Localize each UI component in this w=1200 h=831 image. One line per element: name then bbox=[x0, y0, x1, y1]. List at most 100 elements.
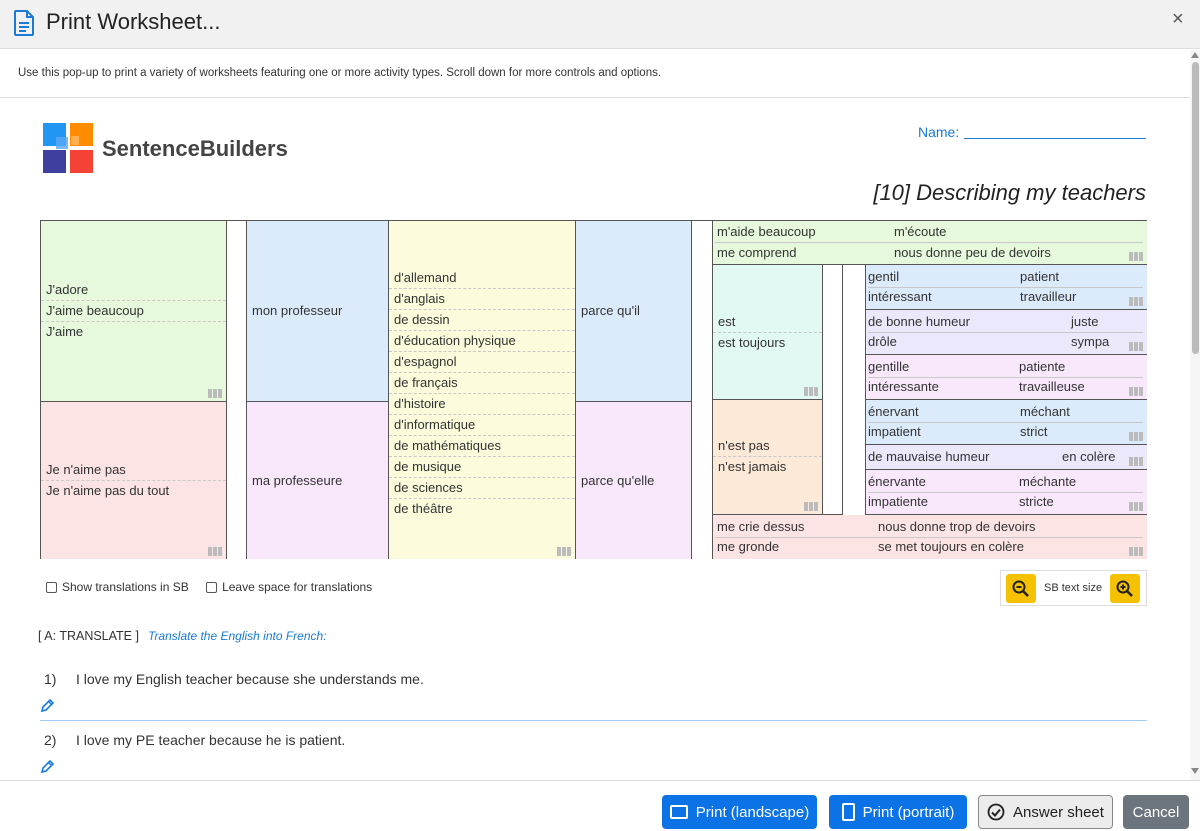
drag-grip-icon[interactable] bbox=[804, 502, 819, 511]
col2-fem-cell[interactable]: ma professeure bbox=[247, 401, 389, 559]
modal-title: Print Worksheet... bbox=[46, 9, 221, 34]
subject: d'espagnol bbox=[389, 352, 575, 373]
adjective: intéressant bbox=[868, 289, 932, 304]
phrase: parce qu'il bbox=[581, 303, 640, 318]
phrase: J'adore bbox=[41, 280, 226, 301]
adj-masc-neg-cell[interactable]: énervant méchant impatient strict bbox=[866, 400, 1147, 445]
subject: d'informatique bbox=[389, 415, 575, 436]
print-landscape-button[interactable]: Print (landscape) bbox=[662, 795, 817, 829]
scroll-up-arrow-icon[interactable] bbox=[1191, 52, 1199, 58]
modal-header: Print Worksheet... × bbox=[0, 0, 1200, 49]
question-text: I love my PE teacher because he is patie… bbox=[76, 732, 346, 748]
adjective: en colère bbox=[1062, 449, 1116, 464]
section-heading: [ A: TRANSLATE ] bbox=[38, 629, 139, 643]
subject: de musique bbox=[389, 457, 575, 478]
spacer-column bbox=[227, 221, 247, 559]
col1-negative-cell[interactable]: Je n'aime pas Je n'aime pas du tout bbox=[41, 401, 227, 559]
drag-grip-icon[interactable] bbox=[1129, 502, 1144, 511]
phrase: se met toujours en colère bbox=[878, 539, 1024, 554]
info-bar: Use this pop-up to print a variety of wo… bbox=[0, 49, 1200, 98]
drag-grip-icon[interactable] bbox=[208, 547, 223, 556]
adjective: impatient bbox=[868, 424, 921, 439]
drag-grip-icon[interactable] bbox=[1129, 387, 1144, 396]
adjective: intéressante bbox=[868, 379, 939, 394]
drag-grip-icon[interactable] bbox=[557, 547, 572, 556]
adjective: travailleur bbox=[1020, 289, 1077, 304]
col3-subjects-cell[interactable]: d'allemand d'anglais de dessin d'éducati… bbox=[389, 221, 576, 559]
sheet-title: [10] Describing my teachers bbox=[873, 180, 1146, 205]
col1-positive-cell[interactable]: J'adore J'aime beaucoup J'aime bbox=[41, 221, 227, 401]
name-line bbox=[964, 138, 1146, 139]
drag-grip-icon[interactable] bbox=[1129, 432, 1144, 441]
info-text: Use this pop-up to print a variety of wo… bbox=[18, 67, 662, 79]
drag-grip-icon[interactable] bbox=[1129, 547, 1144, 556]
adjective: de mauvaise humeur bbox=[868, 449, 990, 464]
leave-space-checkbox[interactable]: Leave space for translations bbox=[206, 580, 372, 594]
name-label: Name: bbox=[918, 124, 960, 140]
phrase: J'aime bbox=[46, 324, 84, 339]
phrase: me gronde bbox=[717, 539, 780, 554]
adjective: impatiente bbox=[868, 494, 928, 509]
drag-grip-icon[interactable] bbox=[1129, 252, 1144, 261]
adj-fem-neg-cell[interactable]: énervante méchante impatiente stricte bbox=[866, 470, 1147, 515]
text-size-label: SB text size bbox=[1044, 582, 1103, 594]
adj-fem-pos-cell[interactable]: gentille patiente intéressante travaille… bbox=[866, 355, 1147, 400]
est-negative-cell[interactable]: n'est pas n'est jamais bbox=[713, 400, 823, 515]
adjective: travailleuse bbox=[1019, 379, 1085, 394]
adjective: méchante bbox=[1019, 474, 1077, 489]
drag-grip-icon[interactable] bbox=[1129, 342, 1144, 351]
drag-grip-icon[interactable] bbox=[804, 387, 819, 396]
phrase: m'écoute bbox=[894, 224, 947, 239]
adjective: patient bbox=[1020, 269, 1060, 284]
pencil-icon[interactable] bbox=[40, 698, 55, 713]
landscape-icon bbox=[669, 805, 688, 819]
checkbox-icon[interactable] bbox=[46, 581, 57, 593]
print-portrait-button[interactable]: Print (portrait) bbox=[829, 795, 967, 829]
subject: de mathématiques bbox=[389, 436, 575, 457]
adjective: drôle bbox=[868, 334, 897, 349]
adj-masc-pos-cell[interactable]: gentil patient intéressant travailleur bbox=[866, 265, 1147, 310]
scroll-down-arrow-icon[interactable] bbox=[1191, 768, 1199, 774]
zoom-out-button[interactable] bbox=[1006, 574, 1036, 603]
adjective: stricte bbox=[1019, 494, 1054, 509]
subject: d'allemand bbox=[389, 268, 575, 289]
zoom-in-button[interactable] bbox=[1110, 574, 1140, 603]
show-translations-checkbox[interactable]: Show translations in SB bbox=[46, 580, 189, 594]
answer-sheet-button[interactable]: Answer sheet bbox=[978, 795, 1113, 829]
portrait-icon bbox=[841, 803, 855, 821]
zoom-in-icon bbox=[1116, 580, 1133, 597]
col4-masc-cell[interactable]: parce qu'il bbox=[576, 221, 692, 401]
verbs-positive-cell[interactable]: m'aide beaucoup m'écoute me comprend nou… bbox=[713, 221, 1147, 265]
drag-grip-icon[interactable] bbox=[1129, 457, 1144, 466]
sentencebuilders-logo-icon bbox=[43, 123, 93, 173]
adjective: de bonne humeur bbox=[868, 314, 970, 329]
verbs-negative-cell[interactable]: me crie dessus nous donne trop de devoir… bbox=[713, 515, 1147, 559]
pencil-icon[interactable] bbox=[40, 759, 55, 774]
checkbox-icon[interactable] bbox=[206, 581, 218, 593]
col2-masc-cell[interactable]: mon professeur bbox=[247, 221, 389, 401]
phrase: n'est pas bbox=[713, 436, 822, 457]
adjective: énervant bbox=[868, 404, 919, 419]
subject: de dessin bbox=[389, 310, 575, 331]
document-icon bbox=[14, 10, 34, 36]
phrase: m'aide beaucoup bbox=[717, 224, 816, 239]
phrase: parce qu'elle bbox=[581, 473, 655, 488]
phrase: J'aime beaucoup bbox=[41, 301, 226, 322]
adj-neutral-pos-cell[interactable]: de bonne humeur juste drôle sympa bbox=[866, 310, 1147, 355]
est-positive-cell[interactable]: est est toujours bbox=[713, 265, 823, 400]
phrase: nous donne peu de devoirs bbox=[894, 245, 1051, 260]
cancel-button[interactable]: Cancel bbox=[1123, 795, 1189, 829]
logo-text: SentenceBuilders bbox=[102, 136, 288, 161]
scrollbar-thumb[interactable] bbox=[1192, 62, 1199, 354]
adjective: méchant bbox=[1020, 404, 1070, 419]
phrase: est toujours bbox=[718, 335, 786, 350]
close-icon[interactable]: × bbox=[1172, 8, 1184, 31]
col4-fem-cell[interactable]: parce qu'elle bbox=[576, 401, 692, 559]
phrase: Je n'aime pas bbox=[41, 460, 226, 481]
drag-grip-icon[interactable] bbox=[208, 389, 223, 398]
adj-neutral-neg-cell[interactable]: de mauvaise humeur en colère bbox=[866, 445, 1147, 470]
spacer-column bbox=[692, 221, 713, 559]
drag-grip-icon[interactable] bbox=[1129, 297, 1144, 306]
answer-line bbox=[40, 720, 1147, 721]
phrase: me crie dessus bbox=[717, 519, 805, 534]
